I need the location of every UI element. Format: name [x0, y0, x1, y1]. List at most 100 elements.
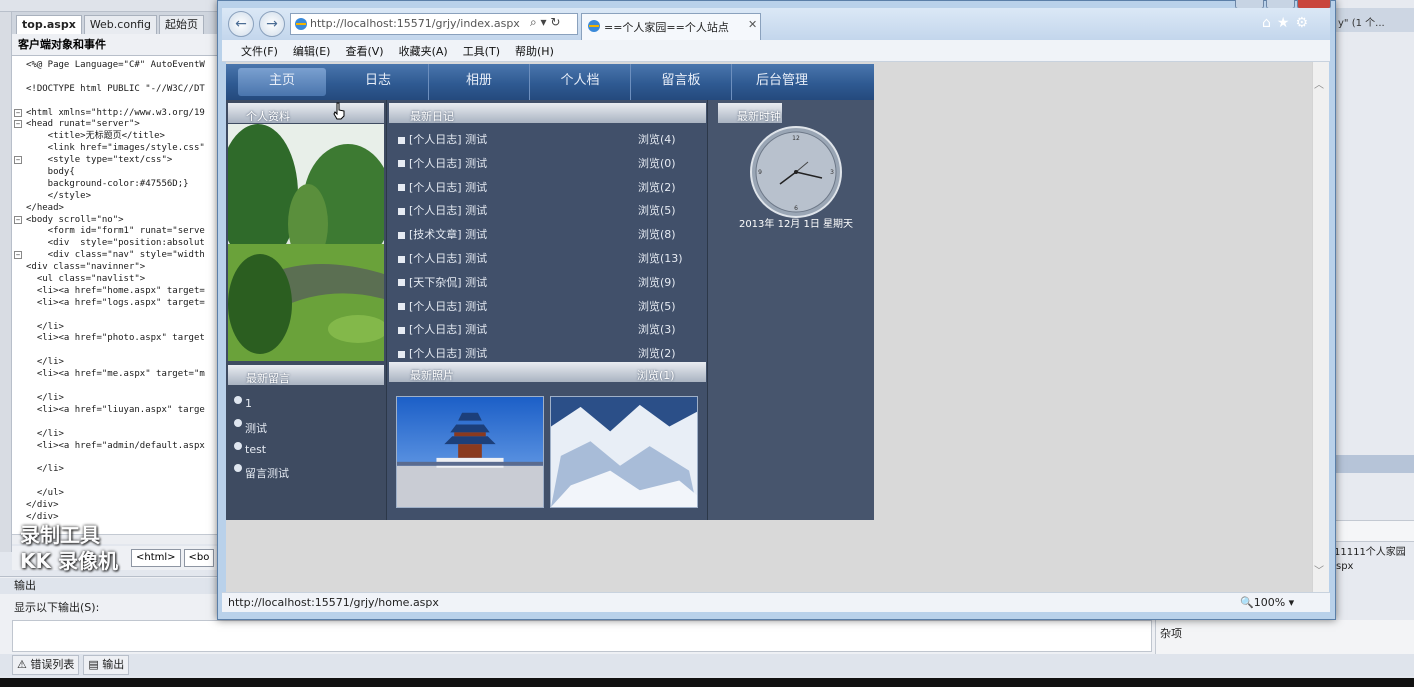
diary-title[interactable]: [个人日志] 测试 [409, 347, 487, 360]
diary-item[interactable]: [技术文章] 测试 浏览(8) [398, 226, 688, 244]
diary-title[interactable]: [天下杂侃] 测试 [409, 276, 487, 289]
code-editor[interactable]: <%@ Page Language="C#" AutoEventW <!DOCTY… [12, 56, 225, 534]
diary-item[interactable]: [个人日志] 测试 浏览(13) [398, 250, 688, 268]
menu-file[interactable]: 文件(F) [241, 43, 278, 59]
nav-diary[interactable]: 日志 [328, 64, 429, 100]
output-text-area[interactable] [12, 620, 1152, 652]
analog-clock: 12 3 6 9 [750, 126, 842, 218]
svg-text:12: 12 [792, 135, 800, 142]
tab-start-page[interactable]: 起始页 [158, 15, 204, 34]
diary-item[interactable]: [个人日志] 测试 浏览(5) [398, 298, 688, 316]
site-navbar: 主页 日志 相册 个人档 留言板 后台管理 [226, 64, 874, 100]
scroll-down-icon[interactable]: ﹀ [1314, 562, 1324, 577]
message-text[interactable]: 测试 [245, 422, 267, 435]
tab-close-icon[interactable]: ✕ [748, 18, 757, 31]
bullet-icon [398, 279, 405, 287]
nav-home[interactable]: 主页 [238, 68, 326, 96]
diary-views: 浏览(13) [638, 252, 683, 265]
scroll-up-icon[interactable]: ︿ [1314, 76, 1324, 91]
message-text[interactable]: 1 [245, 397, 252, 410]
photos-header-label: 最新照片 [410, 369, 454, 382]
speech-bubble-icon [234, 419, 242, 427]
properties-header [1336, 455, 1414, 473]
speech-bubble-icon [234, 464, 242, 472]
menu-help[interactable]: 帮助(H) [515, 43, 554, 59]
code-line: <li><a href="photo.aspx" target [26, 333, 205, 344]
tab-error-list[interactable]: ⚠ 错误列表 [12, 655, 80, 675]
bullet-icon [398, 326, 405, 334]
diary-title[interactable]: [个人日志] 测试 [409, 133, 487, 146]
fold-collapse-icon[interactable]: − [14, 156, 22, 165]
message-item[interactable]: 测试 [234, 419, 267, 436]
diary-item[interactable]: [个人日志] 测试 浏览(3) [398, 321, 688, 339]
tab-top-aspx[interactable]: top.aspx [16, 15, 82, 34]
window-caption-buttons [1235, 0, 1331, 9]
bullet-icon [398, 207, 405, 215]
diary-title[interactable]: [个人日志] 测试 [409, 204, 487, 217]
output-icon: ▤ [88, 658, 103, 671]
tab-output[interactable]: ▤ 输出 [83, 655, 130, 675]
nav-album[interactable]: 相册 [429, 64, 530, 100]
diary-title[interactable]: [个人日志] 测试 [409, 300, 487, 313]
error-list-icon: ⚠ [17, 658, 31, 671]
snow-mountains-photo[interactable] [550, 396, 698, 508]
diary-views: 浏览(5) [638, 204, 676, 218]
diary-item[interactable]: [个人日志] 测试 浏览(2) [398, 345, 688, 363]
fold-collapse-icon[interactable]: − [14, 108, 22, 117]
client-object-dropdown[interactable]: 客户端对象和事件 [12, 34, 225, 56]
diary-item[interactable]: [个人日志] 测试 浏览(0) [398, 155, 688, 173]
status-url: http://localhost:15571/grjy/home.aspx [228, 596, 439, 609]
code-line: </style> [26, 190, 92, 201]
nav-profile[interactable]: 个人档 [530, 64, 631, 100]
diary-item[interactable]: [个人日志] 测试 浏览(2) [398, 179, 688, 197]
hand-cursor-icon [333, 102, 345, 120]
diary-item[interactable]: [个人日志] 测试 浏览(5) [398, 202, 688, 220]
fold-collapse-icon[interactable]: − [14, 251, 22, 260]
ide-toolbox-strip[interactable] [0, 12, 12, 552]
temple-of-heaven-photo[interactable] [396, 396, 544, 508]
breadcrumb-body[interactable]: <bo [183, 549, 215, 567]
code-line: <li><a href="me.aspx" target="m [26, 369, 205, 380]
search-refresh-icon[interactable]: ⌕ ▾ ↻ [530, 15, 560, 30]
svg-text:9: 9 [758, 169, 762, 176]
code-line: body{ [26, 167, 75, 178]
message-text[interactable]: 留言测试 [245, 467, 289, 480]
code-line: <!DOCTYPE html PUBLIC "-//W3C//DT [26, 83, 205, 94]
svg-text:3: 3 [830, 169, 834, 176]
menu-tools[interactable]: 工具(T) [463, 43, 500, 59]
diary-title[interactable]: [个人日志] 测试 [409, 181, 487, 194]
message-item[interactable]: 留言测试 [234, 464, 289, 481]
nav-admin[interactable]: 后台管理 [732, 64, 832, 100]
menu-favorites[interactable]: 收藏夹(A) [399, 43, 448, 59]
code-line: background-color:#47556D;} [26, 178, 189, 189]
diary-title[interactable]: [个人日志] 测试 [409, 157, 487, 170]
nav-guestbook[interactable]: 留言板 [631, 64, 732, 100]
back-button[interactable]: ← [228, 11, 254, 37]
properties-misc-label: 杂项 [1160, 627, 1182, 640]
messages-header-label: 最新留言 [246, 372, 290, 385]
bullet-icon [398, 303, 405, 311]
diary-title[interactable]: [个人日志] 测试 [409, 323, 487, 336]
forward-button[interactable]: → [259, 11, 285, 37]
fold-collapse-icon[interactable]: − [14, 215, 22, 224]
browser-menubar: 文件(F) 编辑(E) 查看(V) 收藏夹(A) 工具(T) 帮助(H) [222, 40, 1330, 62]
message-text[interactable]: test [245, 443, 266, 456]
home-favorites-tools-icon[interactable]: ⌂★⚙ [1262, 15, 1314, 31]
code-line: <title>无标题页</title> [26, 131, 165, 142]
message-item[interactable]: 1 [234, 396, 252, 410]
menu-view[interactable]: 查看(V) [345, 43, 383, 59]
diary-title[interactable]: [个人日志] 测试 [409, 252, 487, 265]
diary-title[interactable]: [技术文章] 测试 [409, 228, 487, 241]
diary-item[interactable]: [天下杂侃] 测试 浏览(9) [398, 274, 688, 292]
code-line: </head> [26, 202, 64, 213]
browser-vertical-scrollbar[interactable] [1312, 62, 1329, 592]
clock-header-label: 最新时钟 [737, 110, 781, 123]
fold-collapse-icon[interactable]: − [14, 120, 22, 129]
zoom-control[interactable]: 🔍100% ▾ [1240, 596, 1294, 609]
message-item[interactable]: test [234, 442, 266, 456]
diary-item[interactable]: [个人日志] 测试 浏览(4) [398, 131, 688, 149]
tab-web-config[interactable]: Web.config [83, 15, 157, 34]
menu-edit[interactable]: 编辑(E) [293, 43, 331, 59]
